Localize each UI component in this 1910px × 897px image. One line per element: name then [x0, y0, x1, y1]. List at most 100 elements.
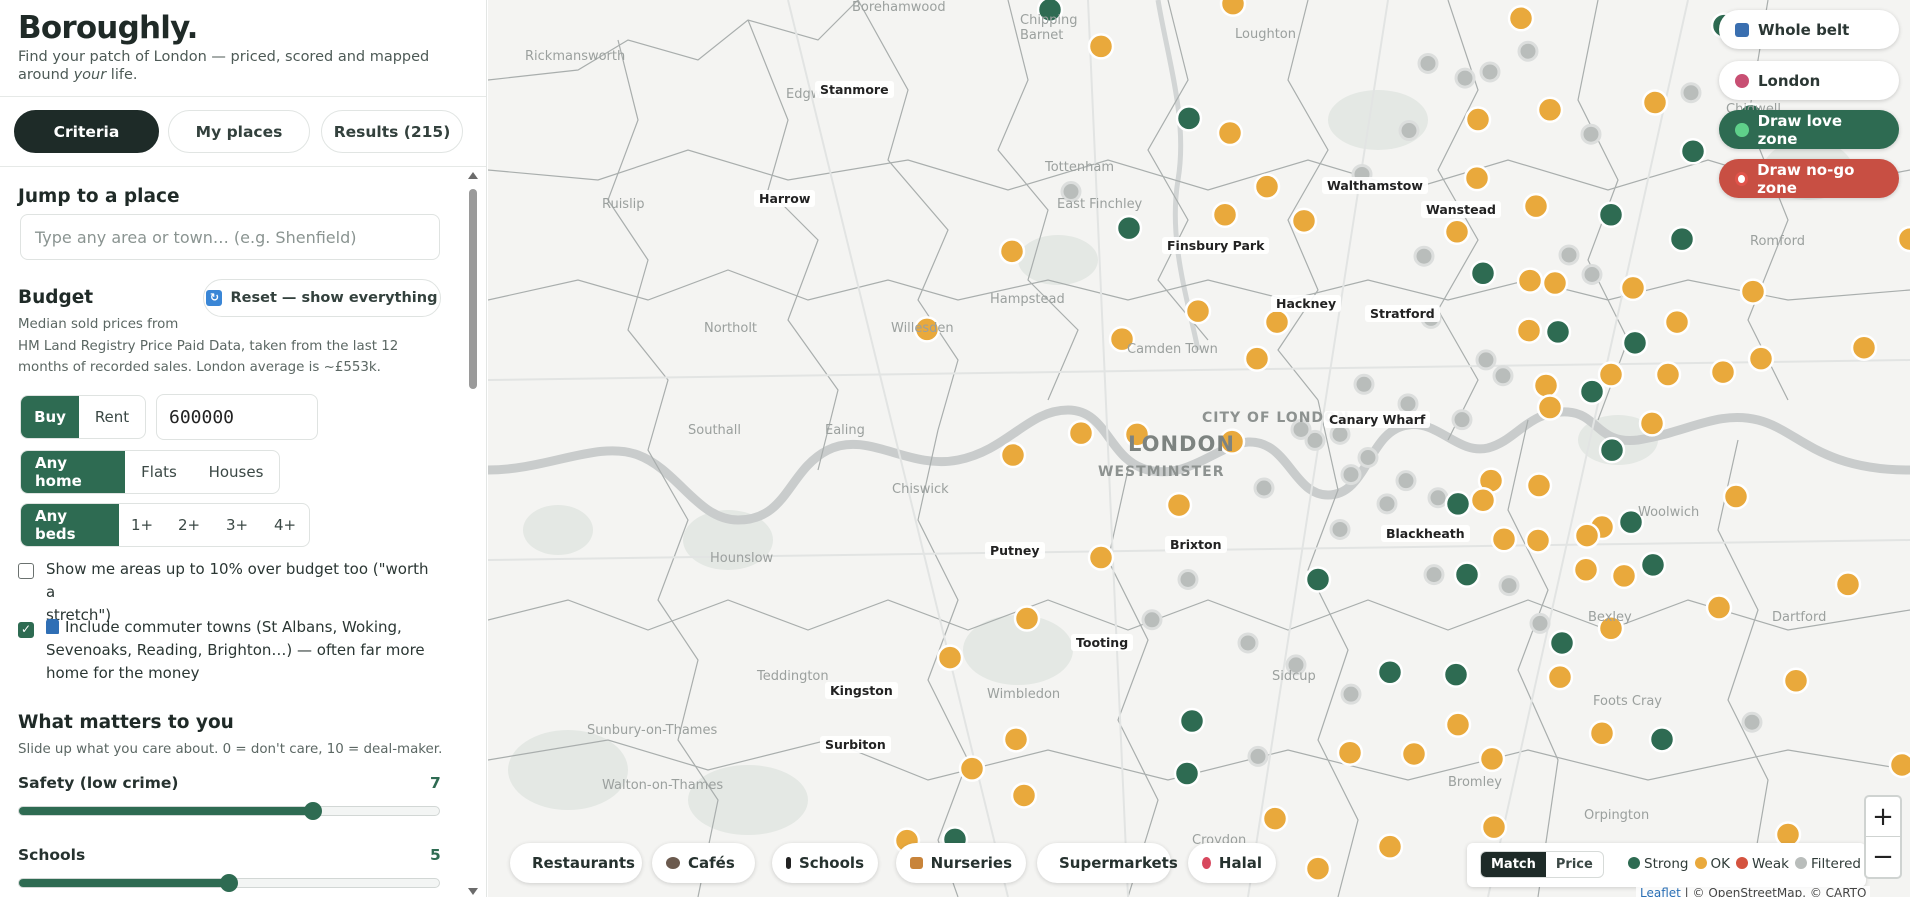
- area-marker-filtered[interactable]: [1340, 683, 1362, 705]
- area-marker-ok[interactable]: [1087, 544, 1115, 571]
- area-marker-ok[interactable]: [1654, 361, 1682, 388]
- area-marker-ok[interactable]: [1896, 225, 1910, 253]
- area-marker-strong[interactable]: [1679, 138, 1707, 165]
- area-marker-filtered[interactable]: [1558, 244, 1580, 266]
- chip-restaurants[interactable]: Restaurants: [510, 843, 642, 883]
- place-search-input[interactable]: Type any area or town… (e.g. Shenfield): [20, 214, 440, 260]
- place-tag-putney[interactable]: Putney: [985, 542, 1045, 559]
- place-tag-canary-wharf[interactable]: Canary Wharf: [1324, 411, 1431, 428]
- area-marker-ok[interactable]: [1522, 192, 1550, 220]
- whole-belt-button[interactable]: Whole belt: [1719, 10, 1899, 49]
- area-marker-ok[interactable]: [1834, 571, 1862, 598]
- area-marker-ok[interactable]: [1663, 308, 1691, 336]
- area-marker-strong[interactable]: [1469, 260, 1497, 287]
- area-marker-filtered[interactable]: [1395, 470, 1417, 492]
- chip-schools[interactable]: Schools: [772, 843, 878, 883]
- area-marker-filtered[interactable]: [1247, 745, 1269, 767]
- area-marker-strong[interactable]: [1597, 201, 1625, 228]
- area-marker-filtered[interactable]: [1479, 61, 1501, 83]
- area-marker-ok[interactable]: [1573, 522, 1601, 549]
- tab-criteria[interactable]: Criteria: [14, 110, 159, 153]
- area-marker-filtered[interactable]: [1417, 52, 1439, 74]
- area-marker-filtered[interactable]: [1454, 67, 1476, 89]
- area-marker-strong[interactable]: [1304, 566, 1332, 593]
- area-marker-ok[interactable]: [1532, 372, 1560, 399]
- area-marker-ok[interactable]: [1546, 663, 1574, 691]
- area-marker-ok[interactable]: [1638, 410, 1666, 437]
- area-marker-filtered[interactable]: [1177, 569, 1199, 590]
- beds-option-4[interactable]: 4+: [261, 504, 309, 546]
- area-marker-strong[interactable]: [1173, 760, 1201, 787]
- place-tag-walthamstow[interactable]: Walthamstow: [1322, 177, 1428, 194]
- place-tag-hackney[interactable]: Hackney: [1271, 295, 1342, 312]
- area-marker-filtered[interactable]: [1451, 409, 1473, 431]
- area-marker-strong[interactable]: [1648, 726, 1676, 753]
- tab-results[interactable]: Results (215): [321, 110, 463, 153]
- area-marker-filtered[interactable]: [1741, 711, 1763, 733]
- area-marker-ok[interactable]: [1739, 278, 1767, 305]
- area-marker-ok[interactable]: [1002, 726, 1030, 753]
- area-marker-ok[interactable]: [1219, 0, 1247, 17]
- legend-match-option[interactable]: Match: [1481, 852, 1546, 877]
- area-marker-ok[interactable]: [1336, 739, 1364, 766]
- area-marker-ok[interactable]: [998, 238, 1026, 265]
- area-marker-ok[interactable]: [1087, 33, 1115, 60]
- area-marker-ok[interactable]: [1536, 96, 1564, 124]
- place-tag-blackheath[interactable]: Blackheath: [1381, 525, 1470, 542]
- area-marker-ok[interactable]: [1010, 782, 1038, 809]
- area-marker-ok[interactable]: [1443, 218, 1471, 246]
- slider-handle[interactable]: [304, 802, 322, 820]
- beds-option-3[interactable]: 3+: [213, 504, 261, 546]
- commuter-checkbox[interactable]: ✓: [18, 622, 34, 638]
- area-marker-ok[interactable]: [1525, 472, 1553, 499]
- draw-no-go-zone-button[interactable]: Draw no-go zone: [1719, 159, 1899, 198]
- reset-button[interactable]: ↻ Reset — show everything: [203, 279, 441, 317]
- area-marker-ok[interactable]: [1541, 269, 1569, 297]
- area-marker-ok[interactable]: [1376, 833, 1404, 860]
- beds-option-any[interactable]: Any beds: [21, 504, 119, 546]
- area-marker-ok[interactable]: [1572, 556, 1600, 583]
- area-marker-ok[interactable]: [958, 755, 986, 782]
- area-marker-ok[interactable]: [1597, 361, 1625, 388]
- home-option-any[interactable]: Any home: [21, 451, 125, 493]
- area-marker-filtered[interactable]: [1357, 447, 1379, 468]
- map[interactable]: Rickmansworth Borehamwood Chipping Barnet…: [488, 0, 1910, 897]
- area-marker-ok[interactable]: [1211, 201, 1239, 228]
- beds-option-1[interactable]: 1+: [119, 504, 165, 546]
- area-marker-ok[interactable]: [1782, 667, 1810, 695]
- tab-my-places[interactable]: My places: [168, 110, 310, 153]
- area-marker-filtered[interactable]: [1340, 464, 1362, 486]
- area-marker-filtered[interactable]: [1237, 632, 1259, 654]
- area-marker-filtered[interactable]: [1398, 120, 1420, 142]
- area-marker-ok[interactable]: [1444, 711, 1472, 738]
- place-tag-kingston[interactable]: Kingston: [825, 682, 898, 699]
- area-marker-filtered[interactable]: [1680, 82, 1702, 104]
- area-marker-strong[interactable]: [1598, 436, 1626, 464]
- area-marker-ok[interactable]: [1516, 267, 1544, 294]
- beds-option-2[interactable]: 2+: [165, 504, 213, 546]
- area-marker-ok[interactable]: [1722, 483, 1750, 510]
- area-marker-filtered[interactable]: [1580, 123, 1602, 145]
- area-marker-ok[interactable]: [1253, 173, 1281, 200]
- area-marker-ok[interactable]: [1478, 745, 1506, 773]
- area-marker-ok[interactable]: [1263, 308, 1291, 336]
- schools-slider[interactable]: [18, 874, 440, 892]
- area-marker-ok[interactable]: [1747, 345, 1775, 372]
- area-marker-ok[interactable]: [1067, 419, 1095, 447]
- area-marker-ok[interactable]: [1524, 527, 1552, 554]
- chip-cafes[interactable]: Cafés: [652, 843, 755, 883]
- place-tag-surbiton[interactable]: Surbiton: [820, 736, 891, 753]
- place-tag-brixton[interactable]: Brixton: [1165, 536, 1227, 553]
- slider-handle[interactable]: [220, 874, 238, 892]
- rent-option[interactable]: Rent: [79, 396, 145, 438]
- place-tag-wanstead[interactable]: Wanstead: [1421, 201, 1501, 218]
- area-marker-ok[interactable]: [1464, 106, 1492, 133]
- area-marker-ok[interactable]: [1705, 594, 1733, 621]
- area-marker-filtered[interactable]: [1517, 40, 1539, 62]
- chip-halal[interactable]: Halal: [1188, 843, 1276, 883]
- area-marker-ok[interactable]: [1480, 813, 1508, 841]
- area-marker-ok[interactable]: [1261, 805, 1289, 832]
- area-marker-strong[interactable]: [1444, 490, 1472, 518]
- area-marker-ok[interactable]: [1536, 394, 1564, 421]
- zoom-out-button[interactable]: −: [1866, 837, 1900, 877]
